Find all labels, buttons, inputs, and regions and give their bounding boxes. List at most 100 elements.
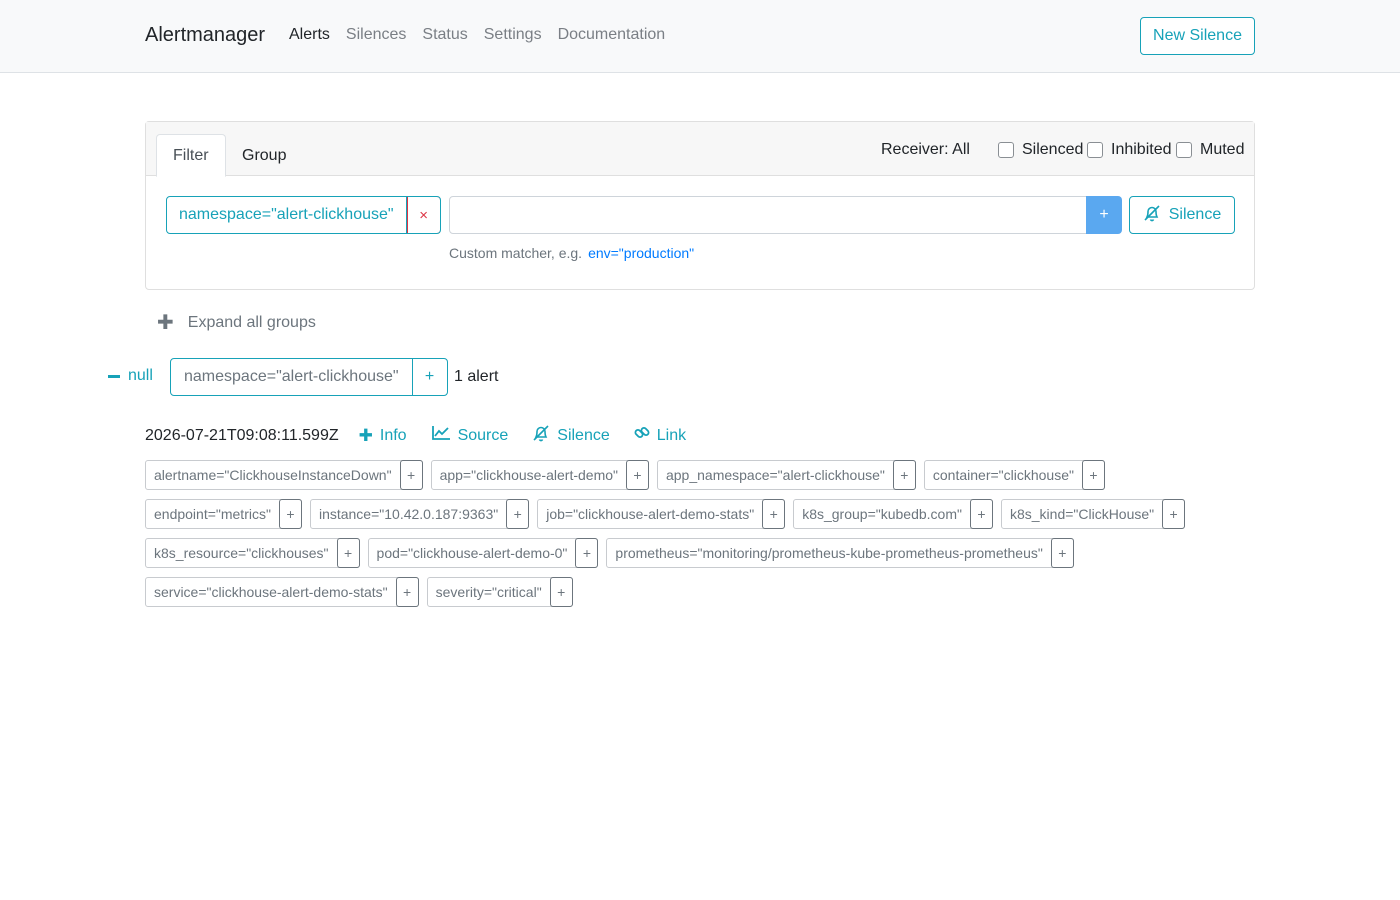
matcher-hint-example[interactable]: env="production" xyxy=(588,245,694,261)
alert-label-text[interactable]: k8s_resource="clickhouses" xyxy=(146,539,337,567)
info-button[interactable]: ✚ Info xyxy=(359,426,407,446)
alert-label-text[interactable]: prometheus="monitoring/prometheus-kube-p… xyxy=(607,539,1050,567)
alert-label: container="clickhouse" + xyxy=(923,460,1105,490)
line-chart-icon xyxy=(431,425,451,446)
matcher-hint: Custom matcher, e.g. env="production" xyxy=(449,245,694,261)
alert-label-add-button[interactable]: + xyxy=(549,577,573,607)
alert-label: instance="10.42.0.187:9363" + xyxy=(309,499,530,529)
custom-matcher-input[interactable] xyxy=(449,196,1087,234)
alert-label: k8s_resource="clickhouses" + xyxy=(145,538,360,568)
alert-label: app="clickhouse-alert-demo" + xyxy=(430,460,649,490)
remove-matcher-button[interactable]: × xyxy=(406,197,440,233)
alert-label: alertname="ClickhouseInstanceDown" + xyxy=(145,460,423,490)
alert-label-add-button[interactable]: + xyxy=(892,460,916,490)
alert-label-text[interactable]: app_namespace="alert-clickhouse" xyxy=(658,461,893,489)
alert-label-text[interactable]: service="clickhouse-alert-demo-stats" xyxy=(146,578,396,606)
alert-label-text[interactable]: alertname="ClickhouseInstanceDown" xyxy=(146,461,400,489)
bell-slash-icon xyxy=(532,424,550,447)
active-matcher-pill: namespace="alert-clickhouse" × xyxy=(166,196,441,234)
alert-label-add-button[interactable]: + xyxy=(762,499,786,529)
alert-label: k8s_group="kubedb.com" + xyxy=(793,499,993,529)
alert-label-text[interactable]: k8s_kind="ClickHouse" xyxy=(1002,500,1162,528)
silence-filter-label: Silence xyxy=(1168,206,1222,223)
muted-label: Muted xyxy=(1200,141,1245,158)
plus-icon: ✚ xyxy=(358,425,373,445)
alert-label-add-button[interactable]: + xyxy=(1162,499,1186,529)
tab-filter[interactable]: Filter xyxy=(156,134,226,177)
alert-label-text[interactable]: pod="clickhouse-alert-demo-0" xyxy=(369,539,576,567)
nav-link-alerts[interactable]: Alerts xyxy=(289,26,330,44)
link-button[interactable]: Link xyxy=(634,425,686,446)
alert-label-text[interactable]: instance="10.42.0.187:9363" xyxy=(311,500,506,528)
tab-group[interactable]: Group xyxy=(226,134,302,177)
alert-row: 2026-07-21T09:08:11.599Z ✚ Info Source S… xyxy=(145,424,710,447)
alert-label-add-button[interactable]: + xyxy=(278,499,302,529)
alert-label: job="clickhouse-alert-demo-stats" + xyxy=(537,499,786,529)
alert-label-add-button[interactable]: + xyxy=(336,538,360,568)
alert-labels: alertname="ClickhouseInstanceDown" + app="… xyxy=(145,460,1215,607)
link-icon xyxy=(634,425,650,446)
silence-filter-button[interactable]: Silence xyxy=(1129,196,1235,234)
alert-label-add-button[interactable]: + xyxy=(575,538,599,568)
silenced-label: Silenced xyxy=(1022,141,1084,158)
source-label: Source xyxy=(457,426,509,444)
group-matcher-text: namespace="alert-clickhouse" xyxy=(171,359,413,395)
nav-link-settings[interactable]: Settings xyxy=(484,26,542,44)
alert-label-text[interactable]: container="clickhouse" xyxy=(925,461,1082,489)
source-button[interactable]: Source xyxy=(431,425,509,446)
add-matcher-button[interactable]: + xyxy=(1086,196,1122,234)
alert-label: severity="critical" + xyxy=(426,577,573,607)
nav-link-status[interactable]: Status xyxy=(422,26,467,44)
alert-label: endpoint="metrics" + xyxy=(145,499,302,529)
alert-label-add-button[interactable]: + xyxy=(625,460,649,490)
group-matcher-add-button[interactable]: + xyxy=(413,359,447,395)
filter-card-header: Filter Group Receiver: All Silenced Inhi… xyxy=(146,122,1254,177)
inhibited-checkbox[interactable] xyxy=(1087,142,1103,158)
alert-label-text[interactable]: app="clickhouse-alert-demo" xyxy=(432,461,626,489)
filter-card: Filter Group Receiver: All Silenced Inhi… xyxy=(145,121,1255,290)
plus-icon: ✚ xyxy=(157,312,174,334)
alert-timestamp: 2026-07-21T09:08:11.599Z xyxy=(145,426,339,444)
alert-label: app_namespace="alert-clickhouse" + xyxy=(656,460,916,490)
receiver-selector[interactable]: Receiver: All xyxy=(881,141,970,159)
collapse-group-button[interactable]: null xyxy=(108,367,153,385)
alert-label-add-button[interactable]: + xyxy=(395,577,419,607)
alert-label-add-button[interactable]: + xyxy=(506,499,530,529)
alert-label: pod="clickhouse-alert-demo-0" + xyxy=(367,538,599,568)
alert-silence-label: Silence xyxy=(557,426,610,444)
nav-link-documentation[interactable]: Documentation xyxy=(558,26,666,44)
alert-label: k8s_kind="ClickHouse" + xyxy=(1000,499,1186,529)
group-receiver: null xyxy=(128,367,153,384)
group-matcher-pill: namespace="alert-clickhouse" + xyxy=(170,358,448,396)
alert-label-text[interactable]: severity="critical" xyxy=(428,578,550,606)
alert-label: service="clickhouse-alert-demo-stats" + xyxy=(145,577,419,607)
alert-label: prometheus="monitoring/prometheus-kube-p… xyxy=(606,538,1074,568)
active-matcher-text[interactable]: namespace="alert-clickhouse" xyxy=(167,197,407,233)
new-silence-button[interactable]: New Silence xyxy=(1140,17,1255,55)
expand-all-label: Expand all groups xyxy=(187,314,316,331)
alert-silence-button[interactable]: Silence xyxy=(532,424,610,447)
minus-icon xyxy=(108,374,120,378)
brand[interactable]: Alertmanager xyxy=(145,24,265,47)
silenced-toggle[interactable]: Silenced xyxy=(998,141,1083,159)
nav-link-silences[interactable]: Silences xyxy=(346,26,406,44)
alert-label-text[interactable]: endpoint="metrics" xyxy=(146,500,279,528)
inhibited-label: Inhibited xyxy=(1111,141,1172,158)
alert-label-add-button[interactable]: + xyxy=(969,499,993,529)
expand-all-groups-button[interactable]: ✚ Expand all groups xyxy=(157,313,316,333)
bell-slash-icon xyxy=(1143,204,1161,227)
muted-checkbox[interactable] xyxy=(1176,142,1192,158)
silenced-checkbox[interactable] xyxy=(998,142,1014,158)
alert-label-add-button[interactable]: + xyxy=(399,460,423,490)
muted-toggle[interactable]: Muted xyxy=(1176,141,1244,159)
info-label: Info xyxy=(379,426,407,444)
alert-label-add-button[interactable]: + xyxy=(1050,538,1074,568)
alert-label-text[interactable]: job="clickhouse-alert-demo-stats" xyxy=(538,500,762,528)
alert-label-add-button[interactable]: + xyxy=(1081,460,1105,490)
alert-label-text[interactable]: k8s_group="kubedb.com" xyxy=(794,500,970,528)
navbar: Alertmanager Alerts Silences Status Sett… xyxy=(0,0,1400,73)
nav-links: Alerts Silences Status Settings Document… xyxy=(289,26,665,44)
link-label: Link xyxy=(656,426,687,444)
inhibited-toggle[interactable]: Inhibited xyxy=(1087,141,1172,159)
alert-count: 1 alert xyxy=(454,368,499,385)
